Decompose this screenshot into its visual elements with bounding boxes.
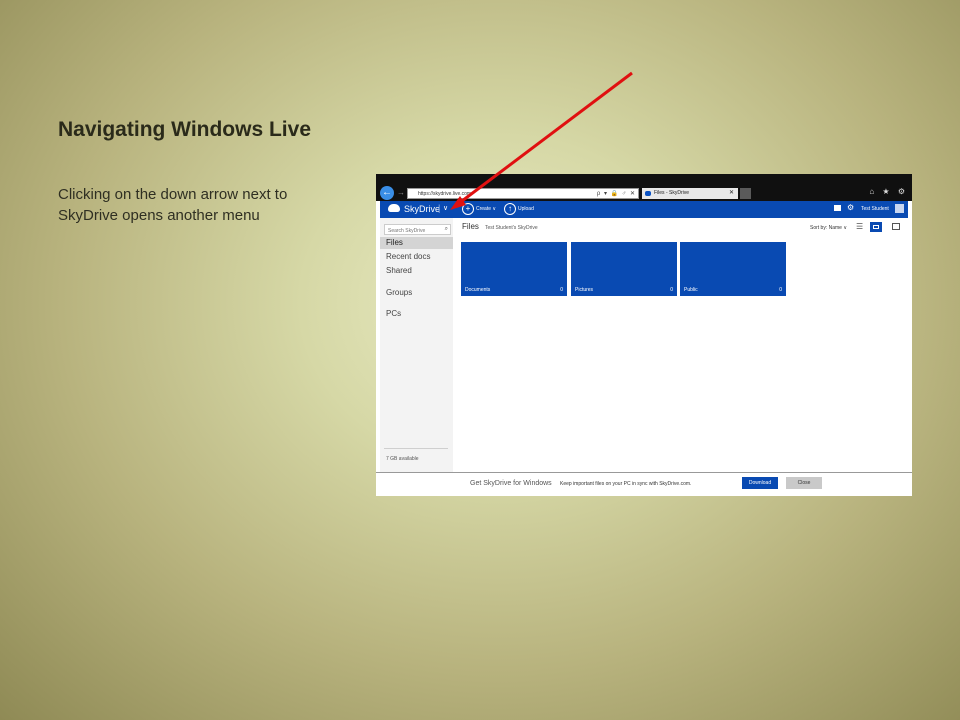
folder-tile-pictures[interactable]: Pictures 0 (571, 242, 677, 296)
address-tools-icons[interactable]: ρ ▾ 🔒 ♂ ✕ (597, 189, 636, 200)
header-separator: | (438, 203, 441, 213)
thumbnail-view-icon[interactable] (870, 222, 882, 232)
folder-tile-documents[interactable]: Documents 0 (461, 242, 567, 296)
avatar[interactable] (895, 204, 904, 213)
search-icon[interactable]: ⌕ (445, 225, 448, 234)
download-button[interactable]: Download (742, 477, 778, 489)
tab-close-icon[interactable]: ✕ (729, 188, 734, 199)
user-name[interactable]: Test Student (861, 206, 889, 212)
skydrive-menu-arrow-icon[interactable]: ∨ (443, 204, 448, 212)
new-tab-button[interactable] (740, 188, 751, 199)
sidebar-divider (384, 448, 448, 449)
slide-title: Navigating Windows Live (58, 118, 312, 141)
folder-name: Public (684, 287, 698, 293)
sidebar-item-groups[interactable]: Groups (380, 287, 453, 299)
browser-toolbar: ← → https://skydrive.live.com ρ ▾ 🔒 ♂ ✕ … (376, 174, 912, 201)
back-icon[interactable]: ← (380, 186, 394, 200)
tab-title: Files - SkyDrive (654, 190, 690, 196)
folder-name: Pictures (575, 287, 594, 293)
forward-icon[interactable]: → (397, 188, 405, 197)
upload-button[interactable]: Upload (518, 206, 534, 212)
gear-icon[interactable]: ⚙ (847, 203, 854, 212)
folder-tile-public[interactable]: Public 0 (680, 242, 786, 296)
folder-count: 0 (779, 287, 782, 293)
address-bar[interactable]: https://skydrive.live.com ρ ▾ 🔒 ♂ ✕ (407, 188, 639, 199)
search-input[interactable] (385, 226, 440, 236)
upload-icon[interactable]: ↑ (504, 203, 516, 215)
footer-divider (376, 472, 912, 473)
browser-tab[interactable]: Files - SkyDrive ✕ (642, 188, 738, 199)
home-favorites-tools-icons[interactable]: ⌂ ★ ⚙ (869, 187, 908, 196)
folder-count: 0 (560, 287, 563, 293)
footer-message: Keep important files on your PC in sync … (560, 481, 692, 487)
footer-title: Get SkyDrive for Windows (470, 480, 552, 487)
sort-dropdown[interactable]: Sort by: Name ∨ (810, 225, 847, 231)
folder-count: 0 (670, 287, 673, 293)
slide-body-text: Clicking on the down arrow next to SkyDr… (58, 186, 288, 224)
breadcrumb[interactable]: Test Student's SkyDrive (485, 225, 538, 231)
skydrive-favicon-icon (645, 191, 651, 196)
close-button[interactable]: Close (786, 477, 822, 489)
skydrive-screenshot: ← → https://skydrive.live.com ρ ▾ 🔒 ♂ ✕ … (376, 174, 912, 496)
create-plus-icon[interactable]: + (462, 203, 474, 215)
search-box[interactable]: ⌕ (384, 224, 451, 236)
create-button[interactable]: Create ∨ (476, 206, 496, 212)
sidebar-item-recent-docs[interactable]: Recent docs (380, 251, 453, 263)
messages-icon[interactable] (834, 205, 841, 211)
sidebar-item-files[interactable]: Files (380, 237, 453, 249)
sidebar-item-pcs[interactable]: PCs (380, 308, 453, 320)
skydrive-header: SkyDrive | ∨ + Create ∨ ↑ Upload ⚙ Test … (380, 201, 908, 218)
folder-name: Documents (465, 287, 491, 293)
sidebar-item-shared[interactable]: Shared (380, 265, 453, 277)
storage-available: 7 GB available (386, 456, 419, 462)
skydrive-brand-link[interactable]: SkyDrive (404, 204, 440, 214)
details-pane-icon[interactable] (892, 223, 900, 230)
sidebar: ⌕ Files Recent docs Shared Groups PCs 7 … (380, 218, 453, 472)
skydrive-cloud-icon[interactable] (388, 204, 400, 212)
address-url: https://skydrive.live.com (418, 191, 472, 197)
page-title: Files (462, 222, 479, 231)
list-view-icon[interactable]: ☰ (856, 222, 863, 231)
